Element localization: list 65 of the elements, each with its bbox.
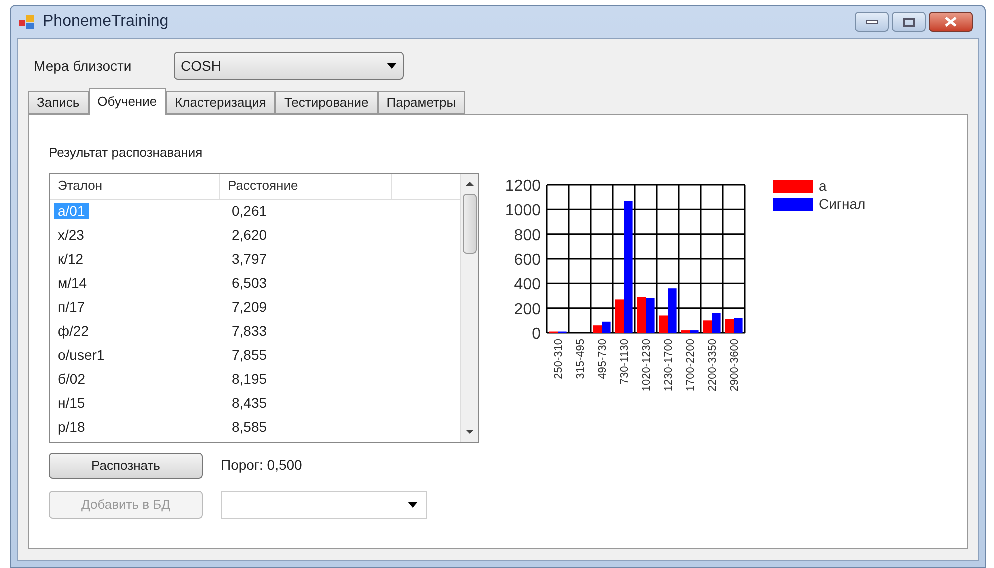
app-icon (19, 15, 35, 29)
y-tick-label: 1000 (505, 202, 541, 220)
table-cell-text: 8,585 (231, 418, 268, 434)
table-cell[interactable]: о/user1 (54, 346, 109, 362)
tab[interactable]: Обучение (88, 88, 166, 115)
close-icon (945, 17, 957, 27)
table-cell-text: 6,503 (231, 274, 268, 290)
tab[interactable]: Кластеризация (166, 91, 276, 114)
table-cell-text: 8,435 (231, 394, 268, 410)
scrollbar[interactable] (460, 174, 478, 442)
caret-icon (387, 63, 397, 69)
table-cell-text: 7,855 (231, 346, 268, 362)
threshold-label: Порог: 0,500 (221, 456, 302, 475)
x-tick-label: 250-310 (553, 339, 565, 380)
table-cell[interactable]: н/15 (54, 394, 90, 410)
table-cell[interactable]: ф/22 (54, 322, 93, 338)
section-label: Результат распознавания (49, 144, 204, 162)
bar (725, 319, 734, 333)
table-cell-text: 2,620 (231, 226, 268, 242)
table-cell[interactable]: р/18 (54, 418, 90, 434)
y-tick-label: 400 (514, 276, 541, 294)
table-cell[interactable]: п/17 (54, 298, 90, 314)
measure-label: Мера близости (33, 56, 133, 76)
minimize-button[interactable] (855, 12, 889, 32)
table-cell-text: 7,833 (231, 322, 268, 338)
table-cell-text: 8,195 (231, 370, 268, 386)
table-cell[interactable]: к/12 (54, 250, 88, 266)
bar (637, 297, 646, 333)
caret-icon (408, 502, 418, 508)
y-tick-label: 800 (514, 227, 541, 244)
x-tick-label: 1700-2200 (685, 339, 697, 392)
tab[interactable]: Параметры (378, 91, 466, 114)
scroll-thumb[interactable] (462, 194, 476, 254)
table-cell-text: 3,797 (231, 250, 268, 266)
y-tick-label: 200 (514, 301, 541, 318)
bar (734, 318, 743, 333)
y-tick-label: 600 (514, 252, 541, 269)
measure-dropdown[interactable]: COSH (174, 52, 404, 80)
bar (646, 298, 655, 333)
table-cell[interactable]: х/23 (54, 226, 88, 242)
recognize-button[interactable]: Распознать (49, 452, 203, 478)
table-cell-text: 0,261 (231, 202, 268, 218)
scroll-up-icon[interactable] (466, 182, 474, 186)
x-tick-label: 315-495 (575, 339, 587, 380)
tab[interactable]: Запись (28, 91, 89, 114)
table-cell[interactable]: м/14 (54, 274, 92, 290)
scroll-down-icon[interactable] (466, 430, 474, 434)
close-button[interactable] (929, 12, 973, 32)
legend-label: Сигнал (819, 194, 866, 214)
x-tick-label: 2200-3350 (707, 339, 719, 392)
window-title: PhonemeTraining (43, 12, 169, 32)
column-header[interactable]: Эталон (50, 174, 220, 198)
y-tick-label: 1200 (505, 178, 541, 195)
column-header[interactable]: Расстояние (220, 174, 392, 198)
x-tick-label: 495-730 (597, 339, 609, 380)
tab[interactable]: Тестирование (275, 91, 378, 114)
x-tick-label: 1230-1700 (663, 339, 675, 392)
legend-label: а (819, 176, 827, 196)
table-cell[interactable]: б/02 (54, 370, 90, 386)
table-cell-text: 7,209 (231, 298, 268, 314)
maximize-button[interactable] (892, 12, 926, 32)
x-tick-label: 1020-1230 (641, 339, 653, 392)
y-tick-label: 0 (532, 326, 541, 343)
x-tick-label: 2900-3600 (729, 339, 741, 392)
x-tick-label: 730-1130 (619, 339, 631, 385)
